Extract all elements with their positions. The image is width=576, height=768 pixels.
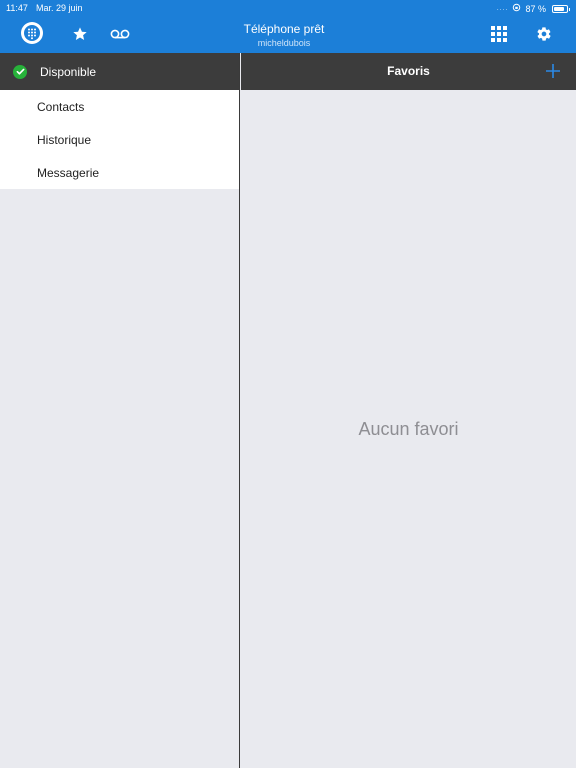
page-title: Téléphone prêt [243,22,325,36]
gear-icon[interactable] [536,26,552,42]
battery-percent: 87 % [525,3,546,14]
empty-favorites-message: Aucun favori [358,419,459,439]
rotation-lock-icon [512,3,521,14]
sidebar-item-label: Contacts [37,99,85,114]
presence-status-selector[interactable]: Disponible [0,53,239,90]
main-title: Favoris [387,64,430,78]
top-bar: 11:47 Mar. 29 juin .... 87 % Téléphone p… [0,0,576,53]
favorites-star-icon[interactable] [72,26,88,42]
battery-icon [552,4,570,13]
status-time: 11:47 [6,3,28,13]
sidebar-item-messagerie[interactable]: Messagerie [0,156,239,189]
status-indicators: .... 87 % [496,3,570,14]
signal-icon: .... [496,5,509,12]
add-favorite-button[interactable] [544,62,562,80]
sidebar-item-contacts[interactable]: Contacts [0,90,239,123]
check-icon [13,64,27,79]
voicemail-icon[interactable] [110,28,130,40]
status-bar: 11:47 Mar. 29 juin .... 87 % [0,0,576,16]
main-header: Favoris [241,53,576,90]
presence-label: Disponible [40,64,97,79]
sidebar-item-label: Messagerie [37,165,100,180]
plus-icon [546,64,560,78]
battery-cap [568,7,570,11]
status-date: Mar. 29 juin [36,3,83,13]
app-logo-icon[interactable] [20,21,44,45]
sidebar-menu: Contacts Historique Messagerie [0,90,239,189]
battery-fill [554,6,565,11]
sidebar-item-historique[interactable]: Historique [0,123,239,156]
dialpad-grid-icon[interactable] [491,26,507,42]
sidebar-item-label: Historique [37,132,92,147]
account-name: micheldubois [257,38,311,48]
sidebar: Disponible Contacts Historique Messageri… [0,53,240,768]
